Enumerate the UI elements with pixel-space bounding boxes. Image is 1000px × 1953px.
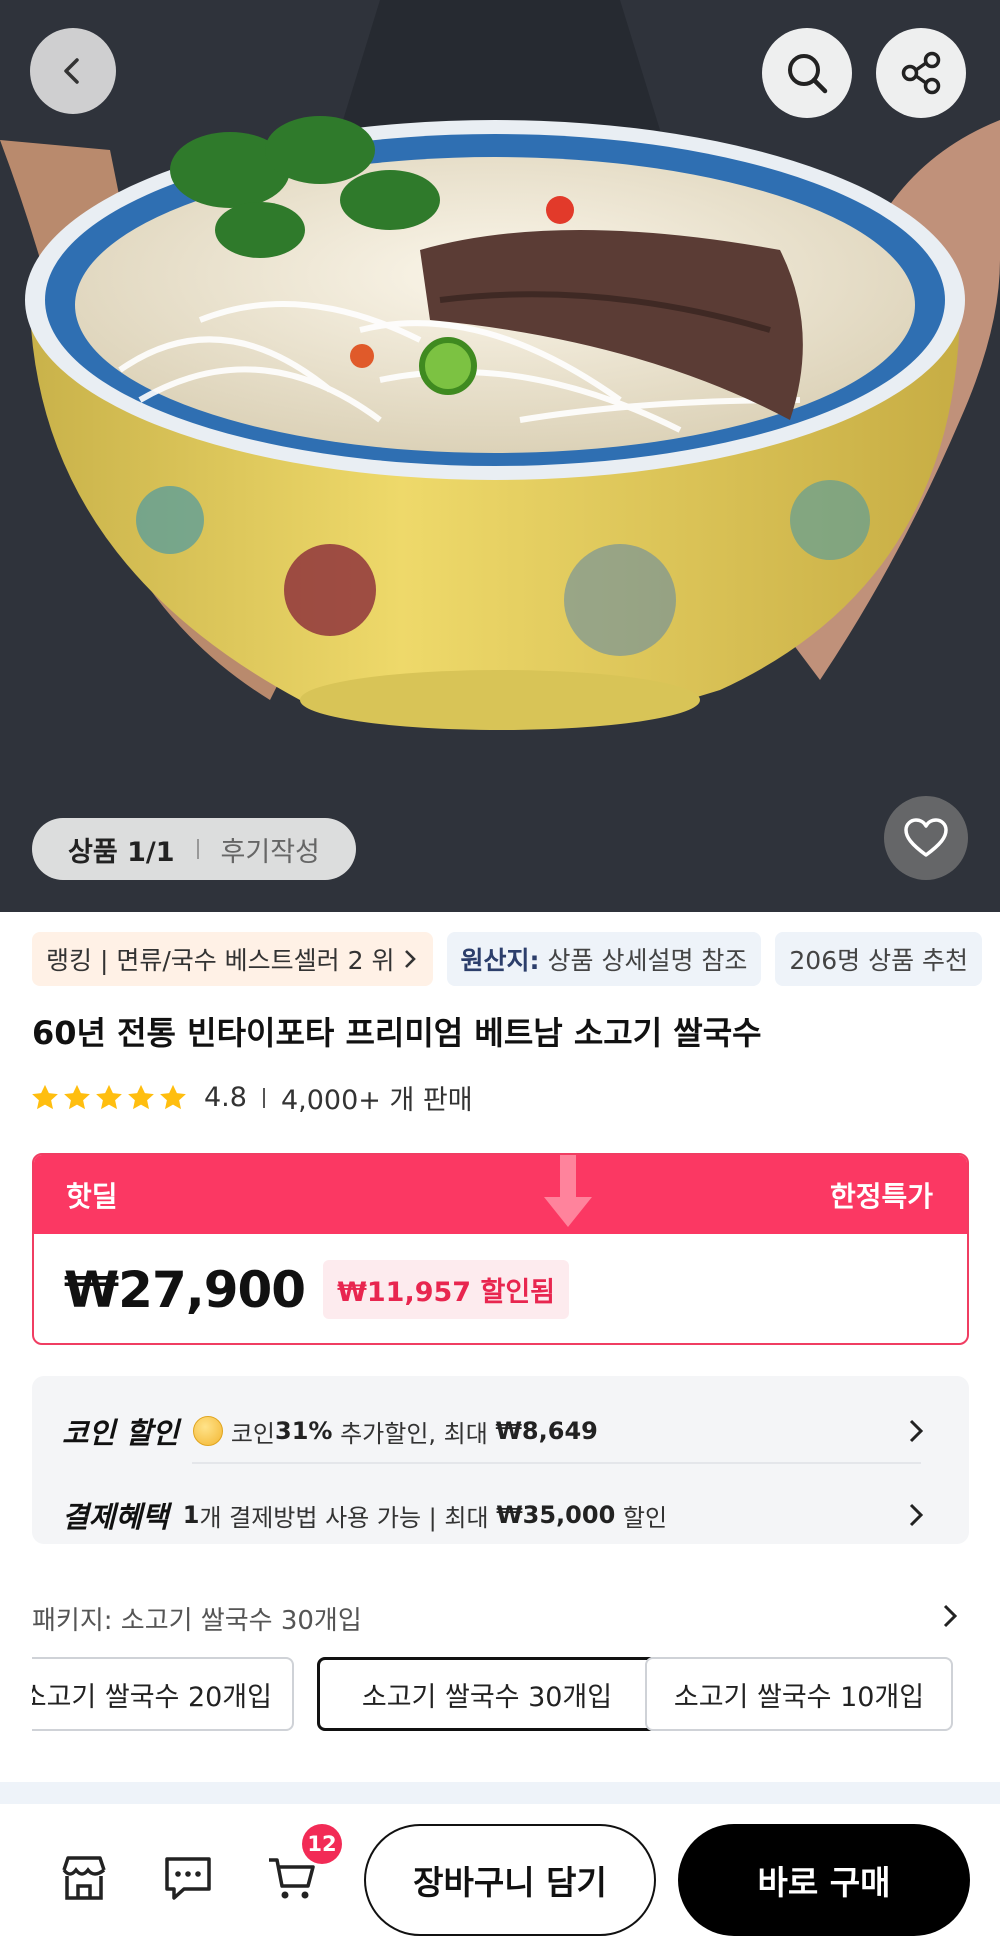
package-options: 소고기 쌀국수 20개입 소고기 쌀국수 30개입 소고기 쌀국수 10개입 bbox=[32, 1657, 1000, 1731]
benefits-panel: 코인 할인 코인 31% 추가할인, 최대 ₩8,649 결제혜택 1 개 결제… bbox=[32, 1376, 969, 1544]
pho-bowl-photo bbox=[0, 0, 1000, 912]
chevron-right-icon[interactable] bbox=[938, 1602, 962, 1630]
heart-icon bbox=[904, 818, 948, 857]
coin-max: ₩8,649 bbox=[495, 1417, 598, 1445]
info-chips: 랭킹 | 면류/국수 베스트셀러 2 위 원산지: 상품 상세설명 참조 206… bbox=[32, 932, 983, 986]
star-icon bbox=[32, 1084, 58, 1109]
sales-count: 4,000+ 개 판매 bbox=[280, 1085, 473, 1116]
chevron-right-icon bbox=[909, 1419, 924, 1443]
rating-value: 4.8 bbox=[204, 1082, 247, 1113]
star-icon bbox=[64, 1084, 90, 1109]
origin-chip: 원산지: 상품 상세설명 참조 bbox=[446, 932, 762, 986]
payment-benefit-title: 결제혜택 bbox=[62, 1500, 169, 1534]
package-option-selected[interactable]: 소고기 쌀국수 30개입 bbox=[317, 1657, 657, 1731]
chevron-right-icon bbox=[909, 1503, 924, 1527]
like-button[interactable] bbox=[884, 796, 968, 880]
coin-text-mid: 추가할인, 최대 bbox=[332, 1419, 496, 1448]
write-review-link[interactable]: 후기작성 bbox=[221, 830, 320, 869]
image-counter-pill[interactable]: 상품 1/1 후기작성 bbox=[32, 818, 356, 880]
sale-price: ₩27,900 bbox=[64, 1260, 306, 1319]
ranking-chip[interactable]: 랭킹 | 면류/국수 베스트셀러 2 위 bbox=[32, 932, 433, 986]
coin-discount-title: 코인 할인 bbox=[62, 1416, 179, 1450]
add-to-cart-button[interactable]: 장바구니 담기 bbox=[364, 1824, 656, 1936]
rating-row[interactable]: 4.8 4,000+ 개 판매 bbox=[30, 1078, 473, 1117]
hot-deal-box: 핫딜 한정특가 ₩27,900 ₩11,957 할인됨 bbox=[32, 1153, 969, 1345]
coin-discount-row[interactable]: 코인 할인 코인 31% 추가할인, 최대 ₩8,649 bbox=[62, 1404, 939, 1458]
search-icon bbox=[788, 54, 828, 94]
product-image[interactable]: 상품 1/1 후기작성 bbox=[0, 0, 1000, 912]
product-title: 60년 전통 빈타이포타 프리미엄 베트남 소고기 쌀국수 bbox=[32, 1014, 762, 1052]
limited-price-label: 한정특가 bbox=[829, 1179, 933, 1213]
discount-badge: ₩11,957 할인됨 bbox=[323, 1260, 570, 1319]
chat-button[interactable] bbox=[160, 1850, 216, 1906]
recommend-chip: 206명 상품 추천 bbox=[775, 932, 983, 986]
section-divider bbox=[0, 1782, 1000, 1804]
store-button[interactable] bbox=[56, 1850, 112, 1906]
package-option[interactable]: 소고기 쌀국수 10개입 bbox=[645, 1657, 953, 1731]
share-icon bbox=[901, 51, 941, 95]
star-icon bbox=[160, 1084, 186, 1109]
chevron-right-icon bbox=[404, 950, 416, 968]
package-option[interactable]: 소고기 쌀국수 20개입 bbox=[32, 1657, 294, 1731]
origin-label: 원산지: bbox=[460, 946, 540, 975]
share-button[interactable] bbox=[876, 28, 966, 118]
image-counter: 상품 1/1 bbox=[68, 836, 175, 868]
bottom-action-bar: 12 장바구니 담기 바로 구매 bbox=[0, 1804, 1000, 1953]
divider bbox=[262, 1087, 265, 1108]
coin-percent: 31% bbox=[275, 1417, 333, 1445]
star-icon bbox=[96, 1084, 122, 1109]
payment-benefit-row[interactable]: 결제혜택 1 개 결제방법 사용 가능 | 최대 ₩35,000 할인 bbox=[62, 1488, 939, 1542]
hot-deal-label: 핫딜 bbox=[66, 1179, 118, 1213]
divider bbox=[196, 839, 199, 859]
hot-deal-header: 핫딜 한정특가 bbox=[34, 1155, 967, 1234]
payment-text-post: 할인 bbox=[615, 1503, 668, 1532]
payment-max: ₩35,000 bbox=[496, 1501, 616, 1529]
payment-count: 1 bbox=[182, 1501, 200, 1529]
origin-value: 상품 상세설명 참조 bbox=[547, 946, 748, 975]
down-arrow-icon bbox=[544, 1155, 592, 1227]
back-icon bbox=[64, 58, 79, 84]
coin-text-pre: 코인 bbox=[230, 1419, 275, 1448]
buy-now-button[interactable]: 바로 구매 bbox=[678, 1824, 970, 1936]
store-icon bbox=[62, 1856, 106, 1900]
coin-icon bbox=[192, 1416, 223, 1446]
chat-icon bbox=[165, 1857, 211, 1900]
divider bbox=[192, 1462, 921, 1464]
back-button[interactable] bbox=[30, 28, 116, 114]
payment-text-mid: 개 결제방법 사용 가능 | 최대 bbox=[199, 1503, 497, 1532]
star-icon bbox=[128, 1084, 154, 1109]
star-rating bbox=[30, 1083, 188, 1113]
recommend-text: 206명 상품 추천 bbox=[789, 946, 969, 975]
ranking-text: 랭킹 | 면류/국수 베스트셀러 2 위 bbox=[46, 946, 395, 975]
search-button[interactable] bbox=[762, 28, 852, 118]
price-row: ₩27,900 ₩11,957 할인됨 bbox=[34, 1234, 967, 1343]
cart-count-badge: 12 bbox=[302, 1824, 342, 1864]
package-label[interactable]: 패키지: 소고기 쌀국수 30개입 bbox=[32, 1600, 362, 1637]
